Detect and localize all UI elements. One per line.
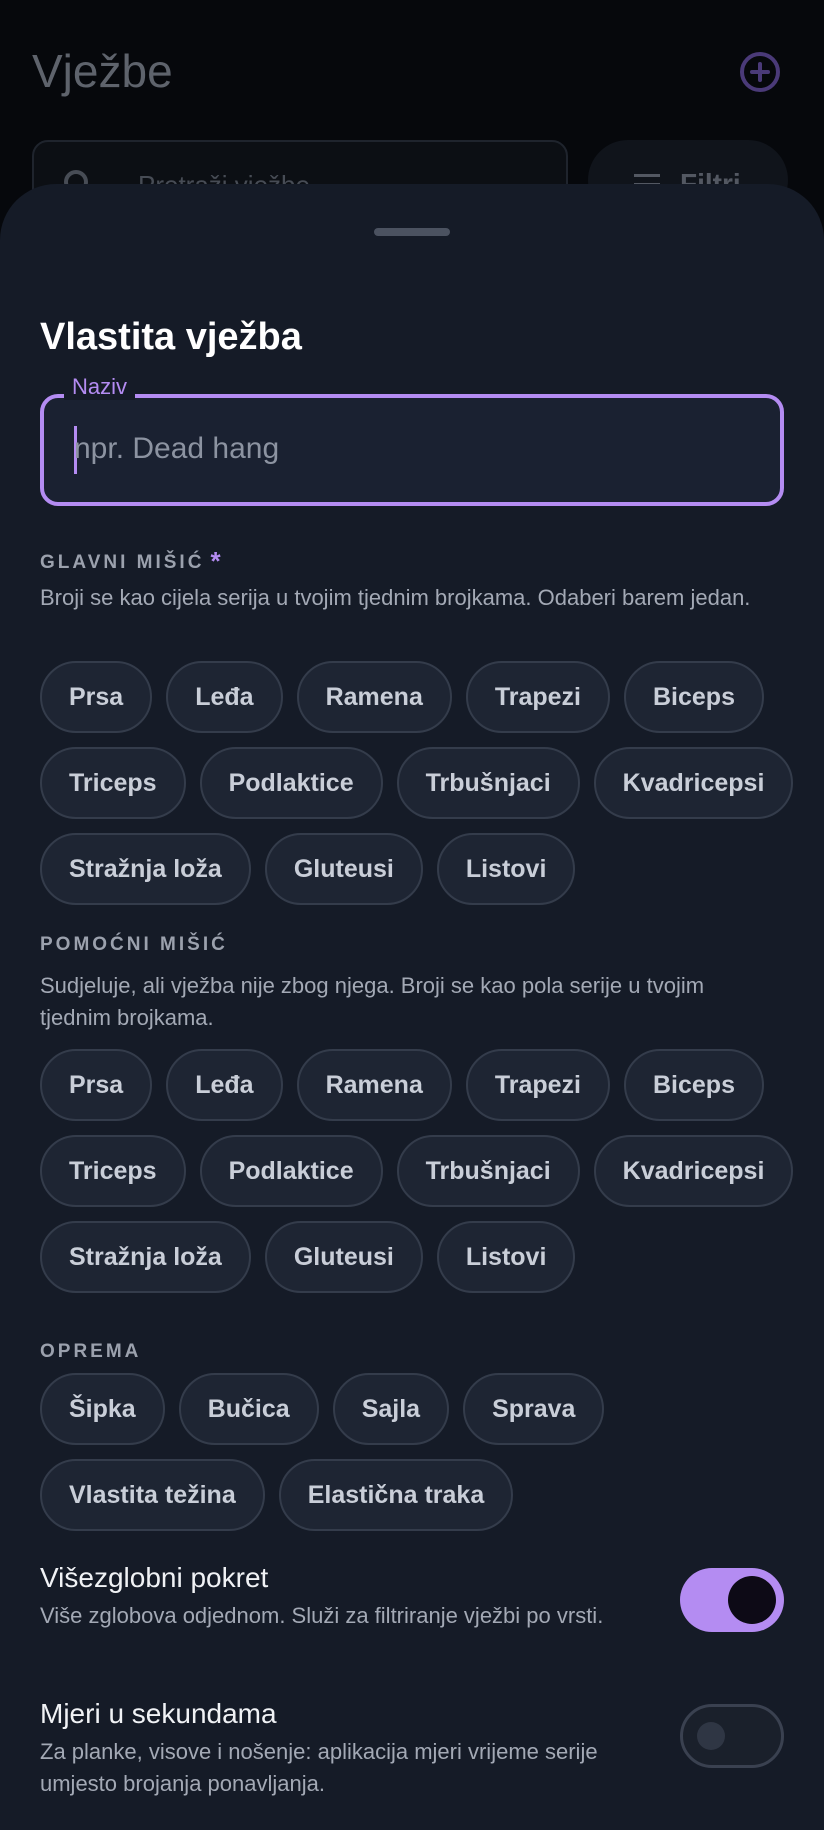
primary-muscle-chip[interactable]: Triceps bbox=[40, 747, 186, 819]
primary-muscle-chip[interactable]: Listovi bbox=[436, 833, 576, 905]
timed-toggle-description: Za planke, visove i nošenje: aplikacija … bbox=[40, 1739, 598, 1796]
secondary-muscle-chip[interactable]: Stražnja loža bbox=[40, 1221, 251, 1293]
primary-muscle-description: Broji se kao cijela serija u tvojim tjed… bbox=[40, 585, 751, 610]
primary-muscle-chip[interactable]: Prsa bbox=[40, 661, 153, 733]
name-field-label: Naziv bbox=[64, 374, 136, 400]
sheet-title: Vlastita vježba bbox=[40, 316, 302, 358]
chip-row: Prsa Leđa Ramena Trapezi Biceps bbox=[40, 661, 800, 733]
timed-toggle-row[interactable]: Mjeri u sekundama Za planke, visove i no… bbox=[40, 1698, 784, 1800]
chip-row: Triceps Podlaktice Trbušnjaci Kvadricepsi bbox=[40, 1135, 800, 1207]
equipment-chip[interactable]: Sprava bbox=[463, 1373, 605, 1445]
switch-knob bbox=[697, 1722, 725, 1750]
chip-row: Vlastita težina Elastična traka bbox=[40, 1459, 800, 1531]
name-field-placeholder: npr. Dead hang bbox=[74, 432, 280, 465]
required-mark: * bbox=[210, 546, 224, 576]
add-exercise-icon bbox=[740, 52, 780, 92]
secondary-muscle-chip[interactable]: Podlaktice bbox=[199, 1135, 383, 1207]
secondary-muscle-chip[interactable]: Prsa bbox=[40, 1049, 153, 1121]
timed-toggle-title: Mjeri u sekundama bbox=[40, 1698, 277, 1729]
secondary-muscle-chip[interactable]: Triceps bbox=[40, 1135, 186, 1207]
primary-muscle-chip[interactable]: Ramena bbox=[296, 661, 452, 733]
equipment-chips: Šipka Bučica Sajla Sprava Vlastita težina Ela… bbox=[40, 1373, 800, 1545]
secondary-muscle-chip[interactable]: Trbušnjaci bbox=[396, 1135, 580, 1207]
equipment-chip[interactable]: Bučica bbox=[178, 1373, 319, 1445]
secondary-muscle-description: Sudjeluje, ali vježba nije zbog njega. B… bbox=[40, 973, 705, 1030]
chip-row: Prsa Leđa Ramena Trapezi Biceps bbox=[40, 1049, 800, 1121]
secondary-muscle-chips: Prsa Leđa Ramena Trapezi Biceps Triceps Podlak… bbox=[40, 1049, 800, 1307]
compound-toggle-title: Višezglobni pokret bbox=[40, 1562, 269, 1593]
secondary-muscle-chip[interactable]: Listovi bbox=[436, 1221, 576, 1293]
name-field[interactable]: Naziv npr. Dead hang bbox=[40, 374, 784, 506]
page-title: Vježbe bbox=[32, 45, 173, 97]
drag-handle[interactable] bbox=[374, 228, 450, 236]
switch-knob bbox=[728, 1576, 776, 1624]
chip-row: Stražnja loža Gluteusi Listovi bbox=[40, 1221, 800, 1293]
primary-muscle-chip[interactable]: Stražnja loža bbox=[40, 833, 251, 905]
compound-switch[interactable] bbox=[680, 1568, 784, 1632]
primary-muscle-label: GLAVNI MIŠIĆ * bbox=[40, 546, 224, 576]
primary-muscle-chip[interactable]: Kvadricepsi bbox=[593, 747, 794, 819]
compound-toggle-row[interactable]: Višezglobni pokret Više zglobova odjedno… bbox=[40, 1562, 784, 1632]
primary-muscle-chip[interactable]: Trbušnjaci bbox=[396, 747, 580, 819]
secondary-muscle-label: POMOĆNI MIŠIĆ bbox=[40, 934, 228, 955]
secondary-muscle-chip[interactable]: Ramena bbox=[296, 1049, 452, 1121]
primary-muscle-chip[interactable]: Gluteusi bbox=[264, 833, 423, 905]
primary-muscle-chip[interactable]: Podlaktice bbox=[199, 747, 383, 819]
secondary-muscle-chip[interactable]: Biceps bbox=[624, 1049, 764, 1121]
compound-toggle-description: Više zglobova odjednom. Služi za filtrir… bbox=[40, 1603, 604, 1628]
primary-muscle-chip[interactable]: Leđa bbox=[166, 661, 283, 733]
chip-row: Stražnja loža Gluteusi Listovi bbox=[40, 833, 800, 905]
secondary-muscle-chip[interactable]: Trapezi bbox=[465, 1049, 610, 1121]
equipment-chip[interactable]: Sajla bbox=[332, 1373, 450, 1445]
secondary-muscle-chip[interactable]: Kvadricepsi bbox=[593, 1135, 794, 1207]
secondary-muscle-chip[interactable]: Gluteusi bbox=[264, 1221, 423, 1293]
chip-row: Šipka Bučica Sajla Sprava bbox=[40, 1373, 800, 1445]
primary-muscle-chip[interactable]: Trapezi bbox=[465, 661, 610, 733]
equipment-chip[interactable]: Vlastita težina bbox=[40, 1459, 265, 1531]
timed-switch[interactable] bbox=[680, 1704, 784, 1768]
custom-exercise-sheet: Vlastita vježba Naziv npr. Dead hang GLA… bbox=[0, 184, 824, 1830]
equipment-chip[interactable]: Šipka bbox=[40, 1373, 165, 1445]
equipment-label: OPREMA bbox=[40, 1341, 142, 1362]
chip-row: Triceps Podlaktice Trbušnjaci Kvadricepsi bbox=[40, 747, 800, 819]
primary-muscle-chip[interactable]: Biceps bbox=[624, 661, 764, 733]
primary-muscle-chips: Prsa Leđa Ramena Trapezi Biceps Triceps Podlak… bbox=[40, 661, 800, 919]
equipment-chip[interactable]: Elastična traka bbox=[278, 1459, 514, 1531]
secondary-muscle-chip[interactable]: Leđa bbox=[166, 1049, 283, 1121]
